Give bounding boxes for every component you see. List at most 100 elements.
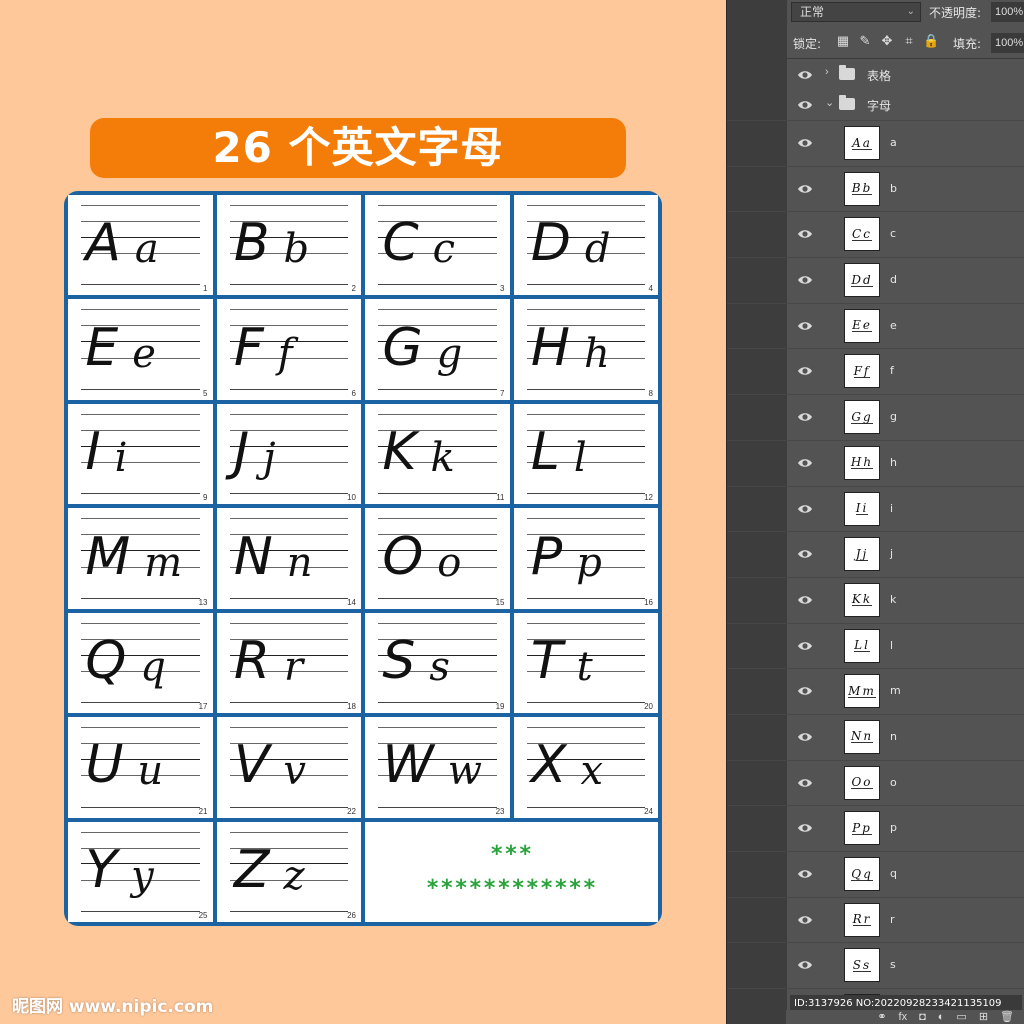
- layer-row[interactable]: Nn n: [727, 713, 1024, 760]
- letter-pair: Xx: [531, 729, 644, 791]
- fill-input[interactable]: 100%: [991, 33, 1024, 53]
- letter-card: Mm 13: [68, 508, 213, 609]
- trash-icon[interactable]: 🗑: [1000, 1010, 1014, 1024]
- layer-row[interactable]: Ss s: [727, 942, 1024, 988]
- layer-row[interactable]: Hh h: [727, 439, 1024, 486]
- baseline: [378, 388, 497, 390]
- layer-thumbnail: Ff: [844, 354, 880, 389]
- opacity-input[interactable]: 100%: [991, 2, 1024, 22]
- layer-row[interactable]: Ff f: [727, 348, 1024, 394]
- card-number: 9: [203, 493, 208, 503]
- layer-row[interactable]: Ii i: [727, 485, 1024, 532]
- layer-row[interactable]: Qq q: [727, 851, 1024, 897]
- move-lock-icon[interactable]: ✥: [879, 33, 895, 49]
- eye-icon[interactable]: [797, 501, 813, 517]
- baseline: [81, 806, 200, 808]
- eye-icon[interactable]: [797, 866, 813, 882]
- mask-icon[interactable]: ◘: [919, 1010, 926, 1024]
- layer-row[interactable]: Mm m: [727, 668, 1024, 714]
- baseline: [378, 493, 497, 495]
- layer-row[interactable]: Cc c: [727, 211, 1024, 257]
- adjustment-icon[interactable]: ◐: [938, 1010, 945, 1024]
- uppercase-letter: F: [233, 317, 264, 378]
- thumbnail-letters: Qq: [851, 866, 873, 881]
- eye-icon[interactable]: [797, 409, 813, 425]
- eye-icon[interactable]: [797, 546, 813, 562]
- blend-mode-select[interactable]: 正常 ⌄: [791, 2, 921, 22]
- letter-pair: Uu: [85, 729, 198, 791]
- layer-thumbnail: Dd: [844, 263, 880, 298]
- document-canvas[interactable]: 26 个英文字母 Aa 1 Bb 2 Cc 3 Dd 4 Ee 5 Ff 6 Gg 7 Hh 8 Ii 9 Jj 10…: [0, 0, 726, 1024]
- chevron-right-icon[interactable]: ›: [825, 66, 829, 78]
- uppercase-letter: H: [530, 317, 570, 378]
- layer-row[interactable]: Rr r: [727, 896, 1024, 943]
- eye-icon[interactable]: [797, 67, 813, 83]
- lock-label: 锁定:: [793, 37, 822, 51]
- baseline: [81, 493, 200, 495]
- lowercase-letter: d: [584, 226, 611, 273]
- layer-row[interactable]: Bb b: [727, 165, 1024, 212]
- layer-thumbnail: Pp: [844, 811, 880, 846]
- layer-row[interactable]: Ee e: [727, 302, 1024, 349]
- layer-row[interactable]: Dd d: [727, 257, 1024, 303]
- eye-icon[interactable]: [797, 592, 813, 608]
- eye-icon[interactable]: [797, 729, 813, 745]
- layer-group[interactable]: ⌄ 字母: [727, 90, 1024, 120]
- lowercase-letter: o: [437, 539, 462, 586]
- eye-icon[interactable]: [797, 957, 813, 973]
- eye-icon[interactable]: [797, 775, 813, 791]
- blend-row: 正常 ⌄ 不透明度: 100%: [791, 0, 1024, 26]
- fx-icon[interactable]: fx: [899, 1010, 908, 1024]
- layer-group[interactable]: › 表格: [727, 60, 1024, 90]
- fill-label: 填充:: [953, 37, 982, 51]
- layer-thumbnail: Oo: [844, 765, 880, 800]
- layer-name: g: [890, 410, 897, 424]
- uppercase-letter: Z: [233, 839, 270, 900]
- eye-icon[interactable]: [797, 363, 813, 379]
- letter-pair: Hh: [530, 311, 644, 378]
- eye-icon[interactable]: [797, 272, 813, 288]
- layer-row[interactable]: Ll l: [727, 622, 1024, 669]
- folder-icon[interactable]: ▭: [956, 1010, 966, 1024]
- eye-icon[interactable]: [797, 820, 813, 836]
- card-number: 10: [347, 493, 356, 503]
- artboard-lock-icon[interactable]: ⌗: [901, 33, 917, 49]
- layer-row[interactable]: Gg g: [727, 394, 1024, 440]
- link-icon[interactable]: ⚭: [877, 1010, 886, 1024]
- new-layer-icon[interactable]: ⊞: [979, 1010, 988, 1024]
- padlock-icon[interactable]: 🔒: [923, 33, 939, 49]
- checker-lock-icon[interactable]: ▦: [835, 33, 851, 49]
- card-number: 8: [648, 388, 653, 398]
- brush-lock-icon[interactable]: ✎: [857, 33, 873, 49]
- stars-line-2: ************: [426, 875, 597, 901]
- eye-icon[interactable]: [797, 181, 813, 197]
- eye-icon[interactable]: [797, 97, 813, 113]
- eye-icon[interactable]: [797, 683, 813, 699]
- eye-icon[interactable]: [797, 226, 813, 242]
- lock-row: 锁定: ▦ ✎ ✥ ⌗ 🔒 填充: 100%: [793, 32, 1024, 54]
- lowercase-letter: c: [432, 226, 456, 273]
- chevron-down-icon[interactable]: ⌄: [825, 96, 834, 109]
- layer-name: c: [890, 227, 897, 241]
- eye-icon[interactable]: [797, 912, 813, 928]
- layer-row[interactable]: Oo o: [727, 759, 1024, 806]
- lowercase-letter: z: [283, 852, 305, 899]
- layer-row[interactable]: Kk k: [727, 576, 1024, 623]
- eye-icon[interactable]: [797, 318, 813, 334]
- layer-row[interactable]: Jj j: [727, 531, 1024, 577]
- letter-card: Ii 9: [68, 403, 213, 505]
- letter-card: Dd 4: [513, 195, 658, 296]
- layer-row[interactable]: Pp p: [727, 805, 1024, 851]
- baseline: [81, 388, 200, 390]
- baseline: [81, 910, 200, 912]
- eye-icon[interactable]: [797, 135, 813, 151]
- thumbnail-letters: Mm: [848, 683, 876, 698]
- layer-row[interactable]: Aa a: [727, 120, 1024, 166]
- opacity-label: 不透明度:: [929, 6, 982, 20]
- eye-icon[interactable]: [797, 638, 813, 654]
- chevron-down-icon: ⌄: [906, 6, 915, 17]
- lowercase-letter: q: [140, 644, 166, 691]
- layer-name: p: [890, 821, 897, 835]
- eye-icon[interactable]: [797, 455, 813, 471]
- letter-card: Cc 3: [365, 195, 510, 296]
